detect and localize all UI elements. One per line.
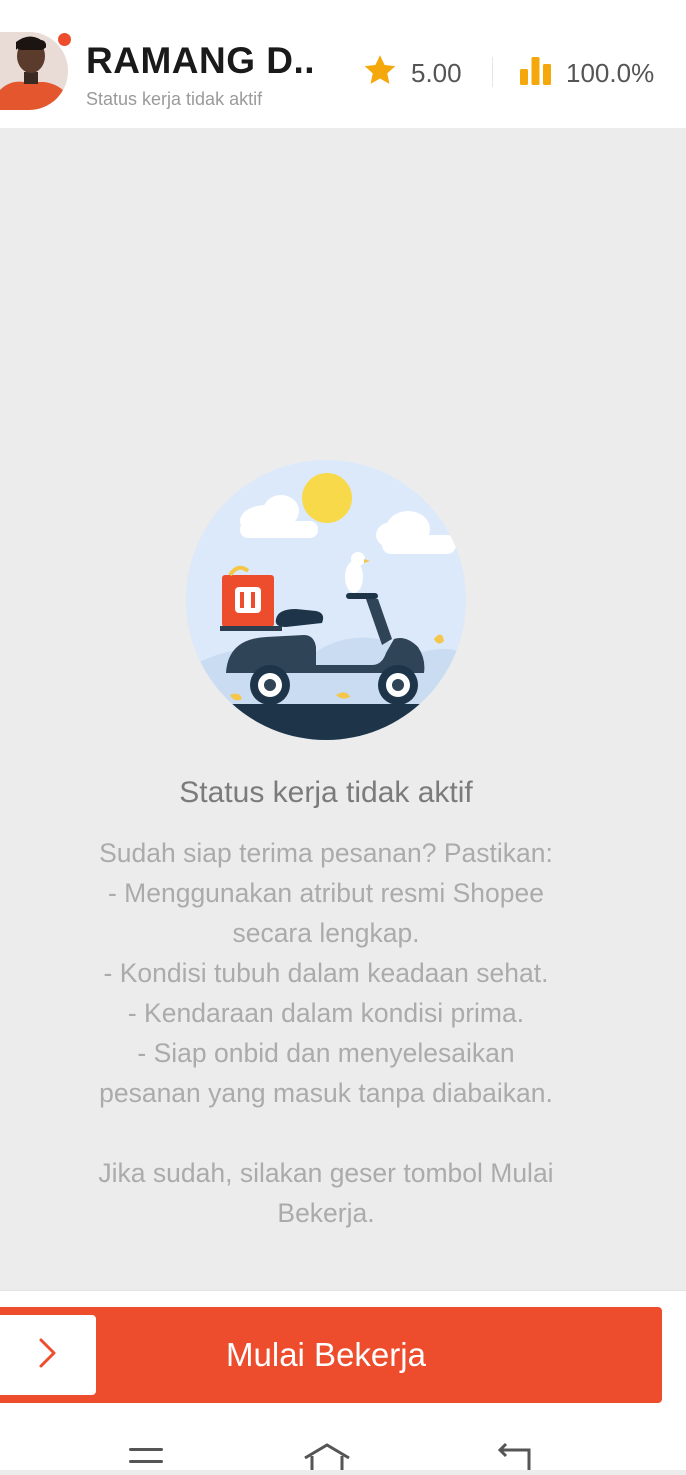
acceptance-stat[interactable]: 100.0%	[519, 56, 654, 90]
bottom-divider	[0, 1290, 686, 1291]
stat-divider	[492, 57, 493, 87]
inactive-instructions: Sudah siap terima pesanan? Pastikan: - M…	[66, 833, 586, 1233]
instruction-line: Jika sudah, silakan geser tombol Mulai	[98, 1158, 554, 1188]
instruction-line: - Menggunakan atribut resmi Shopee	[107, 878, 545, 908]
inactive-title: Status kerja tidak aktif	[179, 776, 473, 809]
instruction-line: Sudah siap terima pesanan? Pastikan:	[99, 838, 553, 868]
instruction-line: - Kendaraan dalam kondisi prima.	[127, 998, 525, 1028]
chevron-right-icon	[37, 1337, 59, 1374]
star-icon	[362, 54, 398, 93]
rating-value: 5.00	[411, 57, 462, 88]
bar-chart-icon	[519, 56, 553, 91]
acceptance-rate-value: 100.0%	[566, 57, 655, 88]
instruction-line: secara lengkap.	[232, 918, 420, 948]
start-work-label: Mulai Bekerja	[226, 1336, 426, 1373]
instruction-line: Bekerja.	[277, 1198, 375, 1228]
instruction-line: - Kondisi tubuh dalam keadaan sehat.	[103, 958, 549, 988]
scooter-illustration	[186, 459, 466, 746]
online-indicator	[56, 31, 73, 48]
rating-stat[interactable]: 5.00	[362, 54, 462, 93]
slider-handle[interactable]	[0, 1315, 96, 1395]
instruction-line: - Siap onbid dan menyelesaikan	[137, 1038, 515, 1068]
driver-name[interactable]: RAMANG D..	[86, 40, 315, 82]
work-status-text: Status kerja tidak aktif	[86, 89, 263, 109]
instruction-line: pesanan yang masuk tanpa diabaikan.	[99, 1078, 553, 1108]
